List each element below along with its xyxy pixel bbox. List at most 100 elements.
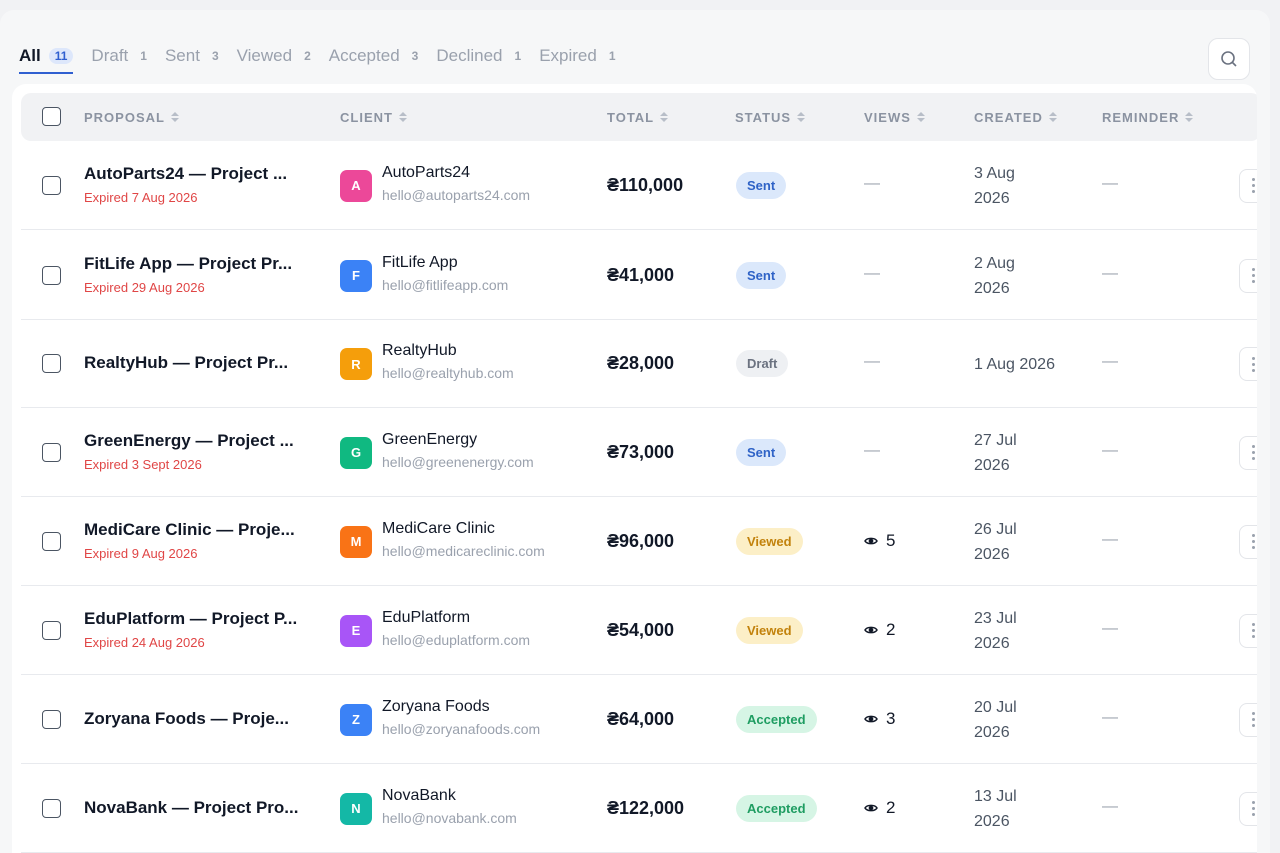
column-header-views[interactable]: VIEWS (864, 93, 925, 141)
tab-draft[interactable]: Draft 1 (91, 40, 147, 72)
table-row[interactable]: NovaBank — Project Pro... N NovaBank hello@… (21, 764, 1257, 853)
views-empty: — (864, 264, 880, 282)
row-actions-button[interactable] (1239, 258, 1257, 293)
client-email: hello@realtyhub.com (382, 365, 514, 381)
select-all-checkbox[interactable] (42, 107, 61, 126)
views-value: 3 (886, 708, 896, 728)
tab-declined[interactable]: Declined 1 (436, 40, 521, 72)
more-vertical-icon (1252, 534, 1255, 549)
views-empty: — (864, 441, 880, 459)
status-badge: Sent (736, 438, 787, 466)
row-checkbox[interactable] (42, 175, 61, 195)
proposal-title[interactable]: Zoryana Foods — Proje... (84, 709, 314, 729)
column-header-total[interactable]: TOTAL (607, 93, 669, 141)
column-header-created[interactable]: CREATED (974, 93, 1057, 141)
table-row[interactable]: FitLife App — Project Pr... Expired 29 Au… (21, 231, 1257, 320)
tab-sent[interactable]: Sent 3 (165, 40, 219, 72)
client-avatar: Z (340, 703, 372, 736)
proposal-total: ₴54,000 (607, 619, 675, 640)
search-button[interactable] (1208, 38, 1250, 80)
created-cell: 20 Jul 2026 (974, 695, 1017, 745)
column-label: STATUS (735, 109, 792, 125)
client-cell: AutoParts24 hello@autoparts24.com (382, 164, 530, 203)
table-row[interactable]: EduPlatform — Project P... Expired 24 Aug… (21, 586, 1257, 675)
row-checkbox[interactable] (42, 709, 61, 729)
row-checkbox[interactable] (42, 620, 61, 640)
proposal-cell[interactable]: MediCare Clinic — Proje... Expired 9 Aug … (84, 520, 314, 561)
proposal-title[interactable]: AutoParts24 — Project ... (84, 164, 314, 184)
table-header: PROPOSAL CLIENT TOTAL STATUS VIEWS CREAT… (21, 93, 1257, 141)
status-badge: Sent (736, 261, 787, 289)
row-checkbox[interactable] (42, 442, 61, 462)
row-actions-button[interactable] (1239, 168, 1257, 203)
views-cell: 2 (864, 798, 895, 818)
column-label: PROPOSAL (84, 109, 165, 125)
row-actions-button[interactable] (1239, 347, 1257, 381)
row-actions-button[interactable] (1239, 435, 1257, 470)
proposal-cell[interactable]: GreenEnergy — Project ... Expired 3 Sept … (84, 431, 314, 472)
proposal-title[interactable]: GreenEnergy — Project ... (84, 431, 314, 451)
client-name: RealtyHub (382, 342, 457, 359)
table-row[interactable]: MediCare Clinic — Proje... Expired 9 Aug … (21, 497, 1257, 586)
expiry-date: Expired 9 Aug 2026 (84, 545, 198, 561)
proposal-title[interactable]: RealtyHub — Project Pr... (84, 353, 314, 373)
tab-viewed[interactable]: Viewed 2 (237, 40, 311, 72)
views-empty: — (864, 174, 880, 192)
views-value: 5 (886, 530, 896, 550)
client-avatar: A (340, 169, 372, 202)
reminder-value: — (1102, 708, 1118, 726)
client-cell: MediCare Clinic hello@medicareclinic.com (382, 520, 545, 559)
proposal-cell[interactable]: FitLife App — Project Pr... Expired 29 Au… (84, 254, 314, 295)
proposal-cell[interactable]: AutoParts24 — Project ... Expired 7 Aug 2… (84, 164, 314, 205)
row-actions-button[interactable] (1239, 524, 1257, 559)
tab-accepted[interactable]: Accepted 3 (329, 40, 419, 72)
column-header-reminder[interactable]: REMINDER (1102, 93, 1194, 141)
proposal-title[interactable]: EduPlatform — Project P... (84, 609, 314, 629)
table-row[interactable]: GreenEnergy — Project ... Expired 3 Sept … (21, 408, 1257, 497)
column-header-client[interactable]: CLIENT (340, 93, 407, 141)
client-email: hello@medicareclinic.com (382, 542, 545, 559)
tab-label: All (19, 46, 41, 65)
table-row[interactable]: RealtyHub — Project Pr... R RealtyHub hello… (21, 320, 1257, 408)
proposal-cell[interactable]: Zoryana Foods — Proje... (84, 709, 314, 729)
row-actions-button[interactable] (1239, 613, 1257, 648)
row-checkbox[interactable] (42, 798, 61, 818)
views-cell: 3 (864, 709, 895, 729)
table-row[interactable]: Zoryana Foods — Proje... Z Zoryana Foods he… (21, 675, 1257, 764)
row-actions-button[interactable] (1239, 791, 1257, 826)
proposal-title[interactable]: MediCare Clinic — Proje... (84, 520, 314, 540)
client-cell: FitLife App hello@fitlifeapp.com (382, 254, 508, 293)
column-label: VIEWS (864, 109, 911, 125)
created-date-line2: 2026 (974, 723, 1010, 741)
proposal-cell[interactable]: EduPlatform — Project P... Expired 24 Aug… (84, 609, 314, 650)
proposal-total: ₴110,000 (607, 174, 684, 195)
created-date-line1: 2 Aug (974, 254, 1015, 272)
tab-count-badge: 11 (48, 48, 74, 64)
client-cell: Zoryana Foods hello@zoryanafoods.com (382, 698, 540, 737)
created-date-line2: 2026 (974, 812, 1010, 830)
sort-icon (398, 112, 407, 122)
row-checkbox[interactable] (42, 265, 61, 285)
tab-all[interactable]: All 11 (19, 40, 74, 74)
proposal-cell[interactable]: RealtyHub — Project Pr... (84, 353, 314, 373)
tab-count-badge: 3 (411, 49, 419, 63)
proposal-cell[interactable]: NovaBank — Project Pro... (84, 798, 314, 818)
created-cell: 26 Jul 2026 (974, 517, 1017, 567)
proposal-title[interactable]: NovaBank — Project Pro... (84, 798, 314, 818)
proposal-title[interactable]: FitLife App — Project Pr... (84, 254, 314, 274)
row-checkbox[interactable] (42, 354, 61, 373)
created-date-line1: 20 Jul (974, 698, 1017, 716)
views-cell: — (864, 265, 880, 283)
row-actions-button[interactable] (1239, 702, 1257, 737)
views-cell: — (864, 442, 880, 460)
row-checkbox[interactable] (42, 531, 61, 551)
created-date-line1: 27 Jul (974, 431, 1017, 449)
column-label: CREATED (974, 109, 1043, 125)
column-header-proposal[interactable]: PROPOSAL (84, 93, 179, 141)
table-row[interactable]: AutoParts24 — Project ... Expired 7 Aug 2… (21, 141, 1257, 230)
column-header-status[interactable]: STATUS (735, 93, 806, 141)
more-vertical-icon (1252, 801, 1255, 816)
views-cell: — (864, 175, 880, 193)
tab-count-badge: 1 (608, 49, 616, 63)
tab-expired[interactable]: Expired 1 (539, 40, 615, 72)
